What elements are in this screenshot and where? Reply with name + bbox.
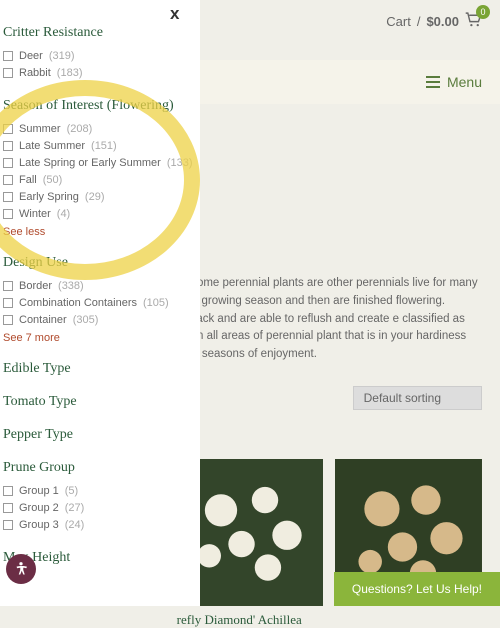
filter-option[interactable]: Border (338) (3, 277, 194, 294)
cart-icon: 0 (465, 12, 482, 30)
filter-edible-type: Edible Type (3, 361, 194, 377)
checkbox-icon[interactable] (3, 520, 13, 530)
help-button[interactable]: Questions? Let Us Help! (334, 572, 500, 606)
filter-option[interactable]: Late Spring or Early Summer (133) (3, 154, 194, 171)
close-icon[interactable]: x (170, 4, 179, 24)
filter-title: Edible Type (3, 361, 194, 377)
accessibility-button[interactable] (6, 554, 36, 584)
checkbox-icon[interactable] (3, 315, 13, 325)
filter-title: Critter Resistance (3, 25, 194, 41)
checkbox-icon[interactable] (3, 192, 13, 202)
menu-button[interactable]: Menu (426, 74, 482, 90)
checkbox-icon[interactable] (3, 175, 13, 185)
filter-option[interactable]: Fall (50) (3, 171, 194, 188)
sort-dropdown[interactable]: Default sorting (353, 386, 482, 410)
filter-option[interactable]: Early Spring (29) (3, 188, 194, 205)
filter-sidebar: x Critter Resistance Deer (319) Rabbit (… (0, 0, 200, 606)
checkbox-icon[interactable] (3, 503, 13, 513)
checkbox-icon[interactable] (3, 124, 13, 134)
accessibility-icon (12, 560, 30, 578)
checkbox-icon[interactable] (3, 51, 13, 61)
filter-option[interactable]: Group 2 (27) (3, 499, 194, 516)
filter-title: Tomato Type (3, 394, 194, 410)
cart-sep: / (417, 14, 421, 29)
filter-title: Pepper Type (3, 427, 194, 443)
filter-option[interactable]: Group 1 (5) (3, 482, 194, 499)
filter-title: Prune Group (3, 460, 194, 476)
filter-season-of-interest: Season of Interest (Flowering) Summer (2… (3, 98, 194, 238)
filter-design-use: Design Use Border (338) Combination Cont… (3, 255, 194, 344)
filter-option[interactable]: Late Summer (151) (3, 137, 194, 154)
cart-link[interactable]: Cart / $0.00 0 (386, 12, 482, 30)
checkbox-icon[interactable] (3, 298, 13, 308)
menu-label: Menu (447, 74, 482, 90)
checkbox-icon[interactable] (3, 486, 13, 496)
filter-option[interactable]: Winter (4) (3, 205, 194, 222)
filter-option[interactable]: Summer (208) (3, 120, 194, 137)
cart-badge: 0 (476, 5, 490, 19)
product-name: refly Diamond' Achillea (177, 612, 324, 628)
cart-amount: $0.00 (426, 14, 459, 29)
filter-critter-resistance: Critter Resistance Deer (319) Rabbit (18… (3, 25, 194, 81)
checkbox-icon[interactable] (3, 281, 13, 291)
filter-option[interactable]: Container (305) (3, 311, 194, 328)
filter-title: Season of Interest (Flowering) (3, 98, 194, 114)
hamburger-icon (426, 76, 440, 88)
filter-prune-group: Prune Group Group 1 (5) Group 2 (27) Gro… (3, 460, 194, 533)
checkbox-icon[interactable] (3, 141, 13, 151)
filter-option[interactable]: Rabbit (183) (3, 64, 194, 81)
filter-tomato-type: Tomato Type (3, 394, 194, 410)
checkbox-icon[interactable] (3, 158, 13, 168)
filter-option[interactable]: Deer (319) (3, 47, 194, 64)
cart-label: Cart (386, 14, 411, 29)
see-less-link[interactable]: See less (3, 226, 194, 238)
filter-option[interactable]: Combination Containers (105) (3, 294, 194, 311)
filter-option[interactable]: Group 3 (24) (3, 516, 194, 533)
see-more-link[interactable]: See 7 more (3, 332, 194, 344)
filter-pepper-type: Pepper Type (3, 427, 194, 443)
checkbox-icon[interactable] (3, 209, 13, 219)
checkbox-icon[interactable] (3, 68, 13, 78)
filter-title: Design Use (3, 255, 194, 271)
